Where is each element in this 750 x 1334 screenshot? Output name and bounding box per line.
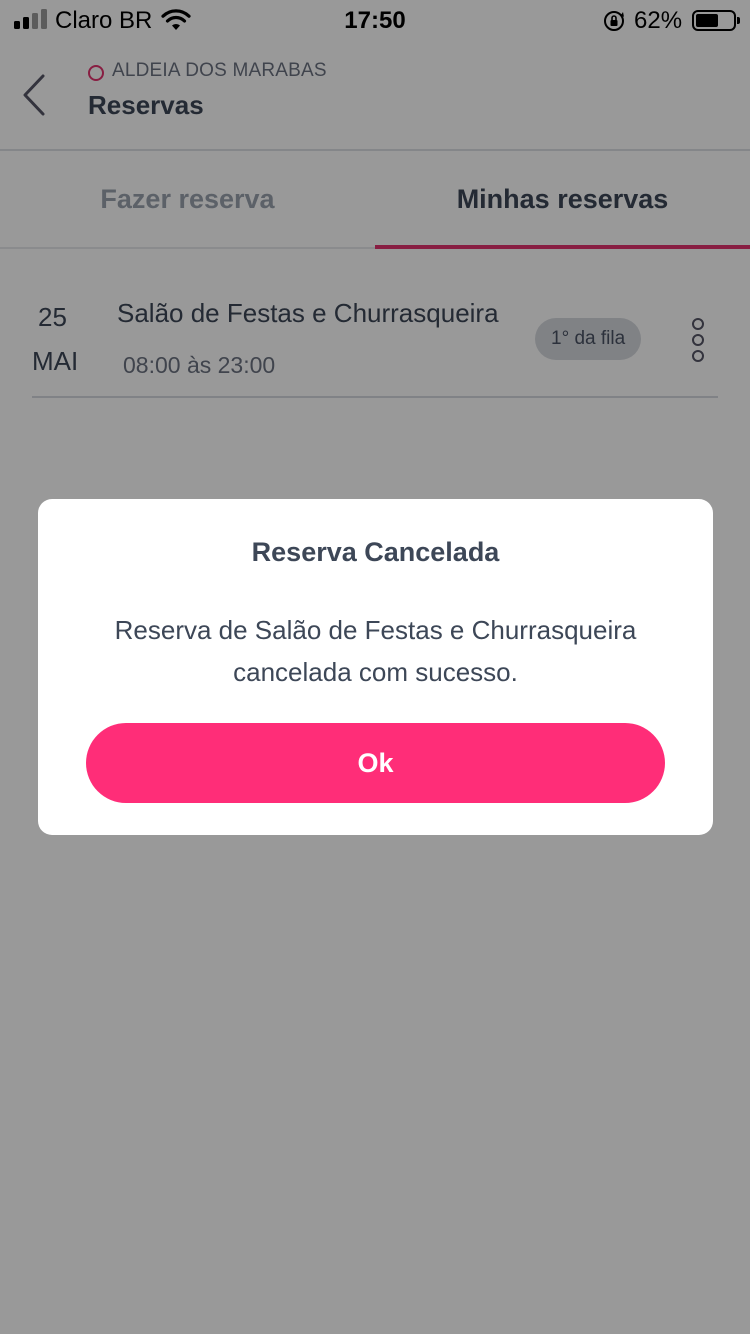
ok-button[interactable]: Ok xyxy=(86,723,665,803)
dialog-message: Reserva de Salão de Festas e Churrasquei… xyxy=(114,615,637,687)
cancellation-dialog: Reserva Cancelada Reserva de Salão de Fe… xyxy=(38,499,713,835)
dialog-title: Reserva Cancelada xyxy=(251,537,500,567)
app-screen: Claro BR 17:50 62% ALDEIA DOS MARABAS Re… xyxy=(0,0,750,1334)
